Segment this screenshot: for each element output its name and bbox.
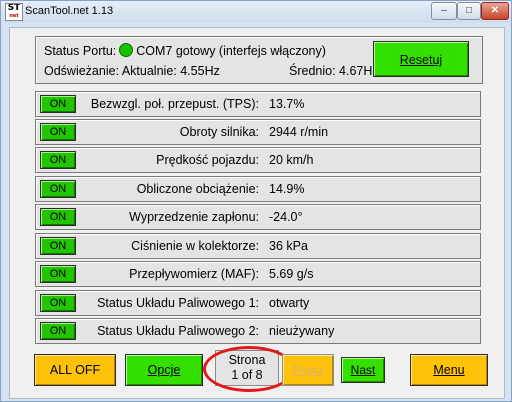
close-icon: ✕: [490, 5, 500, 16]
sensor-row-timing-advance: ON Wyprzedzenie zapłonu: -24.0°: [35, 204, 481, 230]
sensor-row-maf: ON Przepływomierz (MAF): 5.69 g/s: [35, 261, 481, 287]
sensor-label: Prędkość pojazdu:: [156, 153, 259, 167]
port-status-text: COM7 gotowy (interfejs włączony): [136, 44, 326, 58]
window-title: ScanTool.net 1.13: [25, 5, 114, 17]
reset-button[interactable]: Resetuj: [373, 41, 469, 77]
page-label: Strona: [228, 353, 266, 367]
sensor-toggle-button[interactable]: ON: [40, 294, 76, 312]
sensor-row-manifold-pressure: ON Ciśnienie w kolektorze: 36 kPa: [35, 233, 481, 259]
sensor-toggle-button[interactable]: ON: [40, 322, 76, 340]
sensor-value: 5.69 g/s: [269, 267, 314, 281]
sensor-toggle-button[interactable]: ON: [40, 95, 76, 113]
sensor-label: Obroty silnika:: [179, 125, 259, 139]
sensor-value: 13.7%: [269, 97, 305, 111]
sensor-value: nieużywany: [269, 324, 335, 338]
sensor-label: Wyprzedzenie zapłonu:: [129, 210, 259, 224]
sensor-row-load: ON Obliczone obciążenie: 14.9%: [35, 176, 481, 202]
current-rate-label: Aktualnie:: [121, 64, 177, 78]
close-button[interactable]: ✕: [481, 2, 509, 20]
sensor-toggle-button[interactable]: ON: [40, 265, 76, 283]
client-area: Status Portu: COM7 gotowy (interfejs włąc…: [9, 27, 505, 399]
sensor-label: Ciśnienie w kolektorze:: [131, 239, 259, 253]
refresh-rate-line: Odświeżanie: Aktualnie: 4.55Hz Średnio: …: [44, 64, 379, 78]
sensor-value: 2944 r/min: [269, 125, 329, 139]
minimize-icon: –: [441, 5, 447, 16]
menu-button-label: Menu: [433, 363, 465, 377]
next-page-button-label: Nast: [350, 363, 376, 377]
port-status-line: Status Portu: COM7 gotowy (interfejs włąc…: [44, 43, 326, 58]
sensor-row-fuel-system-1: ON Status Układu Paliwowego 1: otwarty: [35, 290, 481, 316]
port-status-label: Status Portu:: [44, 44, 117, 58]
options-button-label: Opcje: [147, 363, 181, 377]
sensor-label: Status Układu Paliwowego 1:: [97, 296, 259, 310]
sensor-row-fuel-system-2: ON Status Układu Paliwowego 2: nieużywan…: [35, 318, 481, 344]
sensor-toggle-button[interactable]: ON: [40, 151, 76, 169]
sensor-row-speed: ON Prędkość pojazdu: 20 km/h: [35, 147, 481, 173]
app-icon-text-bottom: net: [9, 13, 19, 19]
sensor-value: 36 kPa: [269, 239, 308, 253]
sensor-row-tps: ON Bezwzgl. poł. przepust. (TPS): 13.7%: [35, 91, 481, 117]
sensor-row-rpm: ON Obroty silnika: 2944 r/min: [35, 119, 481, 145]
sensor-toggle-button[interactable]: ON: [40, 180, 76, 198]
all-off-button[interactable]: ALL OFF: [34, 354, 116, 386]
status-panel: Status Portu: COM7 gotowy (interfejs włąc…: [35, 36, 483, 84]
sensor-toggle-button[interactable]: ON: [40, 123, 76, 141]
sensor-value: 14.9%: [269, 182, 305, 196]
app-window: ST net ScanTool.net 1.13 – □ ✕ Status Po…: [0, 0, 512, 402]
next-page-button[interactable]: Nast: [341, 357, 385, 383]
menu-button[interactable]: Menu: [410, 354, 488, 386]
sensor-label: Status Układu Paliwowego 2:: [97, 324, 259, 338]
maximize-button[interactable]: □: [457, 2, 481, 20]
sensor-label: Bezwzgl. poł. przepust. (TPS):: [90, 97, 259, 111]
page-indicator: Strona 1 of 8: [215, 350, 279, 386]
average-rate-label: Średnio:: [289, 64, 336, 78]
previous-page-button[interactable]: Poprz: [282, 354, 334, 386]
sensor-toggle-button[interactable]: ON: [40, 208, 76, 226]
current-rate-value: 4.55Hz: [180, 64, 220, 78]
sensor-value: -24.0°: [269, 210, 303, 224]
app-icon-text-top: ST: [7, 3, 21, 13]
refresh-label: Odświeżanie:: [44, 64, 120, 78]
port-status-led-icon: [119, 43, 134, 57]
page-position: 1 of 8: [231, 368, 263, 382]
sensor-toggle-button[interactable]: ON: [40, 237, 76, 255]
sensor-label: Przepływomierz (MAF):: [129, 267, 259, 281]
app-icon: ST net: [5, 3, 23, 21]
options-button[interactable]: Opcje: [125, 354, 203, 386]
sensor-value: 20 km/h: [269, 153, 314, 167]
average-rate: Średnio: 4.67Hz: [289, 64, 379, 78]
sensor-label: Obliczone obciążenie:: [136, 182, 259, 196]
title-bar[interactable]: ST net ScanTool.net 1.13 – □ ✕: [1, 1, 511, 23]
minimize-button[interactable]: –: [431, 2, 457, 20]
maximize-icon: □: [465, 5, 473, 16]
sensor-value: otwarty: [269, 296, 310, 310]
